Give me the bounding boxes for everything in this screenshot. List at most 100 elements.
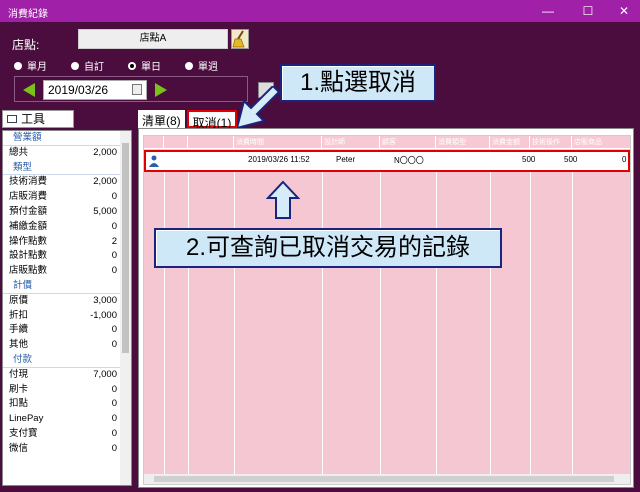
summary-label: 設計點數	[9, 250, 48, 262]
summary-label: 計價	[13, 279, 33, 291]
radio-dot	[14, 61, 22, 70]
summary-label: LinePay	[9, 413, 44, 425]
summary-value: 7,000	[93, 368, 117, 380]
header-blank-col	[164, 136, 188, 149]
summary-value: 5,000	[93, 205, 117, 217]
cell-tech: 500	[564, 155, 578, 164]
left-panel: 工具 營業額總共 2,000 類型技術消費 2,000 店販消費 0 預付金額 5,000 補繳…	[2, 110, 132, 490]
summary-value: 0	[111, 265, 117, 277]
summary-label: 原價	[9, 294, 29, 306]
summary-row: 支付寶 0	[3, 427, 131, 442]
grid-header: 消費時間 設計師 顧客 消費類型 消費金額 技術操作 店販商品	[144, 136, 630, 149]
tools-tab[interactable]: 工具	[2, 110, 74, 128]
summary-label: 微信	[9, 442, 29, 454]
summary-section-header: 計價	[3, 279, 131, 294]
summary-label: 其他	[9, 339, 29, 351]
records-grid: 消費時間 設計師 顧客 消費類型 消費金額 技術操作 店販商品 2019/03/…	[138, 128, 634, 488]
summary-row: 操作點數 2	[3, 235, 131, 250]
summary-label: 類型	[13, 161, 33, 173]
cell-designer: Peter	[336, 155, 356, 164]
radio-dot	[71, 61, 79, 70]
summary-scrollbar[interactable]	[120, 131, 131, 485]
cell-customer: N〇〇〇	[394, 156, 424, 165]
header-customer[interactable]: 顧客	[380, 136, 436, 149]
header-time[interactable]: 消費時間	[234, 136, 322, 149]
summary-value: 0	[111, 220, 117, 232]
header-blank-col	[188, 136, 234, 149]
summary-label: 扣點	[9, 398, 29, 410]
summary-value: 2,000	[93, 146, 117, 158]
header-type[interactable]: 消費類型	[436, 136, 490, 149]
summary-value: 3,000	[93, 294, 117, 306]
header-retail[interactable]: 店販商品	[572, 136, 630, 149]
callout-step1: 1.點選取消	[280, 64, 436, 102]
summary-row: 補繳金額 0	[3, 220, 131, 235]
radio-day[interactable]: 單日	[128, 58, 161, 73]
summary-value: 0	[111, 427, 117, 439]
close-button[interactable]: ✕	[606, 0, 640, 22]
radio-label: 自訂	[84, 62, 104, 73]
summary-value: 0	[111, 250, 117, 262]
summary-value: 2,000	[93, 176, 117, 188]
summary-label: 補繳金額	[9, 220, 48, 232]
minimize-button[interactable]: —	[530, 0, 566, 22]
tab-list[interactable]: 清單(8)	[138, 110, 185, 128]
summary-value: 0	[111, 383, 117, 395]
summary-row: 折扣 -1,000	[3, 309, 131, 324]
summary-label: 預付金額	[9, 205, 48, 217]
summary-row: 預付金額 5,000	[3, 205, 131, 220]
header-designer[interactable]: 設計師	[322, 136, 380, 149]
summary-label: 付款	[13, 353, 33, 365]
date-value: 2019/03/26	[48, 83, 109, 97]
summary-value: -1,000	[90, 309, 117, 321]
radio-label: 單週	[198, 62, 218, 73]
record-tabs: 清單(8) 取消(1)	[138, 110, 239, 130]
cell-amount: 500	[522, 155, 536, 164]
header-tech[interactable]: 技術操作	[530, 136, 572, 149]
summary-label: 總共	[9, 146, 29, 158]
grid-horizontal-scrollbar[interactable]	[144, 474, 630, 484]
date-selector: 2019/03/26	[14, 76, 248, 102]
table-row[interactable]: 2019/03/26 11:52 Peter N〇〇〇 500 500 0	[144, 150, 630, 172]
store-select[interactable]: 店點A	[78, 29, 228, 49]
next-day-arrow-icon[interactable]	[155, 83, 167, 97]
calendar-icon[interactable]	[132, 84, 142, 95]
summary-label: 手續	[9, 324, 29, 336]
tab-cancelled[interactable]: 取消(1)	[186, 110, 238, 130]
radio-week[interactable]: 單週	[185, 58, 218, 73]
summary-row: 刷卡 0	[3, 383, 131, 398]
left-arrow-icon	[235, 86, 281, 130]
callout-step2: 2.可查詢已取消交易的記錄	[154, 228, 502, 268]
summary-row: 技術消費 2,000	[3, 175, 131, 190]
summary-value: 0	[111, 442, 117, 454]
radio-custom[interactable]: 自訂	[71, 58, 104, 73]
summary-label: 營業額	[13, 132, 42, 143]
radio-dot-selected	[128, 61, 136, 70]
summary-section-header: 營業額	[3, 131, 131, 146]
store-label: 店點:	[12, 38, 40, 52]
summary-row: 店販消費 0	[3, 190, 131, 205]
date-input[interactable]: 2019/03/26	[43, 80, 147, 100]
summary-section-header: 類型	[3, 161, 131, 176]
summary-row: LinePay 0	[3, 412, 131, 427]
header-amount[interactable]: 消費金額	[490, 136, 530, 149]
period-radio-group: 單月 自訂 單日 單週	[14, 58, 242, 73]
summary-value: 2	[111, 235, 117, 247]
list-icon	[7, 115, 17, 123]
grid-column-lines	[144, 172, 630, 482]
summary-label: 技術消費	[9, 176, 48, 188]
prev-day-arrow-icon[interactable]	[23, 83, 35, 97]
summary-row: 店販點數 0	[3, 264, 131, 279]
radio-dot	[185, 61, 193, 70]
summary-row: 總共 2,000	[3, 146, 131, 161]
grid-body: 消費時間 設計師 顧客 消費類型 消費金額 技術操作 店販商品 2019/03/…	[143, 135, 631, 485]
summary-row: 手續 0	[3, 323, 131, 338]
summary-section-header: 付款	[3, 353, 131, 368]
summary-label: 付現	[9, 368, 29, 380]
scroll-thumb[interactable]	[122, 143, 129, 353]
broom-icon[interactable]	[231, 29, 249, 49]
radio-month[interactable]: 單月	[14, 58, 47, 73]
scroll-thumb[interactable]	[154, 476, 614, 482]
maximize-button[interactable]: ☐	[570, 0, 606, 22]
summary-value: 0	[111, 191, 117, 203]
